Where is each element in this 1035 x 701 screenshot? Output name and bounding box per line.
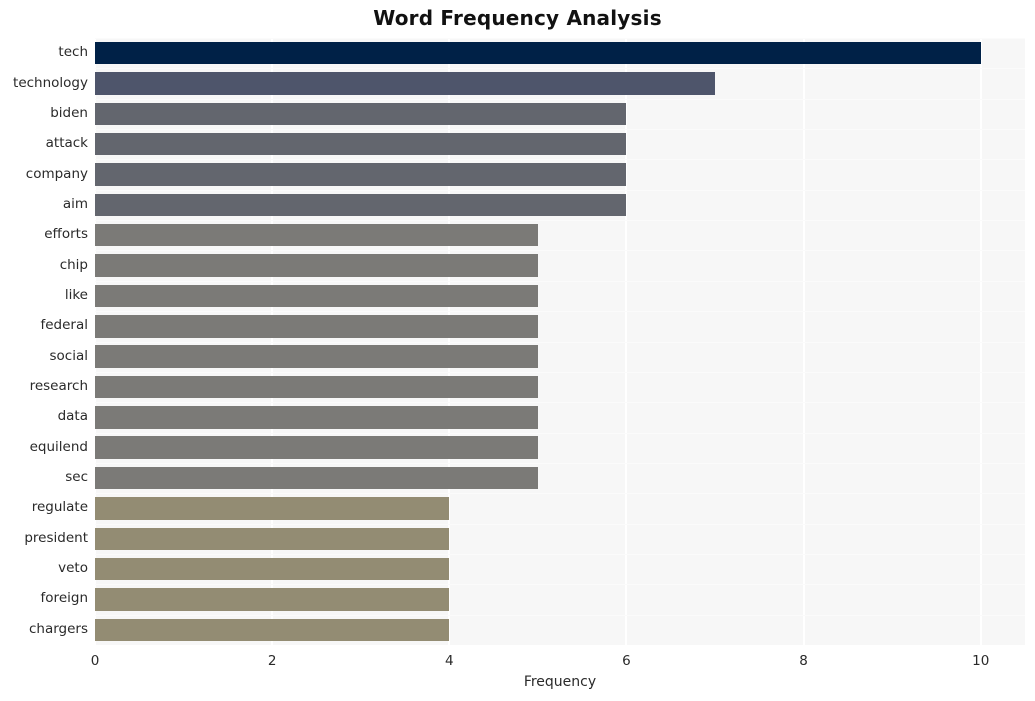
- y-tick-label-chip: chip: [59, 256, 88, 273]
- bar-row: [95, 557, 1025, 581]
- horizontal-gridline: [95, 129, 1025, 131]
- y-tick-label-technology: technology: [13, 74, 88, 91]
- horizontal-gridline: [95, 220, 1025, 222]
- y-tick-label-social: social: [49, 347, 89, 364]
- x-tick-label-4: 4: [444, 653, 454, 669]
- y-tick-label-federal: federal: [40, 317, 88, 334]
- x-tick-label-10: 10: [972, 653, 990, 669]
- horizontal-gridline: [95, 341, 1025, 343]
- horizontal-gridline: [95, 614, 1025, 616]
- y-axis-tick-labels: tech technology biden attack company aim effor…: [0, 38, 88, 645]
- bar-row: [95, 345, 1025, 368]
- x-tick-label-6: 6: [622, 653, 631, 669]
- bar-row: [95, 375, 1025, 399]
- bar-federal[interactable]: [95, 315, 538, 338]
- bar-veto[interactable]: [95, 557, 450, 581]
- bar-row: [95, 41, 1025, 65]
- bar-row: [95, 618, 1025, 642]
- horizontal-gridline: [95, 159, 1025, 161]
- bar-sec[interactable]: [95, 466, 538, 490]
- bar-like[interactable]: [95, 284, 538, 308]
- horizontal-gridline: [95, 250, 1025, 252]
- bar-efforts[interactable]: [95, 224, 538, 247]
- plot-area: [95, 38, 1025, 645]
- bar-row: [95, 436, 1025, 459]
- bar-row: [95, 588, 1025, 611]
- y-tick-label-aim: aim: [62, 195, 88, 212]
- y-tick-label-equilend: equilend: [29, 438, 88, 455]
- bar-research[interactable]: [95, 375, 538, 399]
- bar-chargers[interactable]: [95, 618, 450, 642]
- y-tick-label-foreign: foreign: [40, 590, 88, 607]
- horizontal-gridline: [95, 68, 1025, 70]
- y-tick-label-efforts: efforts: [44, 226, 88, 243]
- horizontal-gridline: [95, 523, 1025, 525]
- horizontal-gridline: [95, 371, 1025, 373]
- bar-row: [95, 406, 1025, 429]
- bar-row: [95, 254, 1025, 277]
- horizontal-gridline: [95, 38, 1025, 39]
- horizontal-gridline: [95, 432, 1025, 434]
- x-tick-label-2: 2: [267, 653, 277, 669]
- bar-row: [95, 315, 1025, 338]
- y-tick-label-attack: attack: [45, 135, 88, 152]
- y-tick-label-company: company: [25, 165, 88, 182]
- y-tick-label-biden: biden: [50, 104, 88, 121]
- x-axis-label: Frequency: [523, 674, 597, 690]
- bar-row: [95, 193, 1025, 217]
- bar-foreign[interactable]: [95, 588, 450, 611]
- bar-row: [95, 284, 1025, 308]
- bar-tech[interactable]: [95, 41, 981, 65]
- y-tick-label-president: president: [24, 529, 88, 546]
- bar-biden[interactable]: [95, 102, 627, 126]
- bar-chip[interactable]: [95, 254, 538, 277]
- y-tick-label-research: research: [29, 378, 88, 395]
- bar-row: [95, 224, 1025, 247]
- horizontal-gridline: [95, 98, 1025, 100]
- y-tick-label-veto: veto: [58, 560, 88, 577]
- word-frequency-chart-figure: Word Frequency Analysis tech technology bi…: [0, 0, 1035, 701]
- bar-technology[interactable]: [95, 72, 715, 95]
- y-tick-label-sec: sec: [65, 469, 88, 486]
- x-axis-tick-labels: 0 2 4 6 8 10: [0, 645, 1035, 675]
- bar-data[interactable]: [95, 406, 538, 429]
- horizontal-gridline: [95, 553, 1025, 555]
- bar-row: [95, 466, 1025, 490]
- bar-social[interactable]: [95, 345, 538, 368]
- horizontal-gridline: [95, 402, 1025, 404]
- x-tick-label-8: 8: [799, 653, 808, 669]
- horizontal-gridline: [95, 280, 1025, 282]
- bar-row: [95, 72, 1025, 95]
- bar-row: [95, 102, 1025, 126]
- horizontal-gridline: [95, 462, 1025, 464]
- bar-row: [95, 163, 1025, 186]
- horizontal-gridline: [95, 189, 1025, 191]
- chart-title: Word Frequency Analysis: [373, 6, 662, 30]
- y-tick-label-regulate: regulate: [31, 499, 88, 516]
- bar-attack[interactable]: [95, 132, 627, 156]
- y-tick-label-like: like: [64, 286, 88, 303]
- bar-company[interactable]: [95, 163, 627, 186]
- bar-row: [95, 527, 1025, 550]
- x-tick-label-0: 0: [90, 653, 100, 669]
- y-tick-label-chargers: chargers: [28, 620, 88, 637]
- bar-row: [95, 132, 1025, 156]
- y-tick-label-data: data: [57, 408, 88, 425]
- horizontal-gridline: [95, 493, 1025, 495]
- horizontal-gridline: [95, 584, 1025, 586]
- bar-row: [95, 497, 1025, 520]
- bar-regulate[interactable]: [95, 497, 450, 520]
- y-tick-label-tech: tech: [58, 44, 88, 61]
- bar-aim[interactable]: [95, 193, 627, 217]
- bar-equilend[interactable]: [95, 436, 538, 459]
- horizontal-gridline: [95, 311, 1025, 313]
- bar-president[interactable]: [95, 527, 450, 550]
